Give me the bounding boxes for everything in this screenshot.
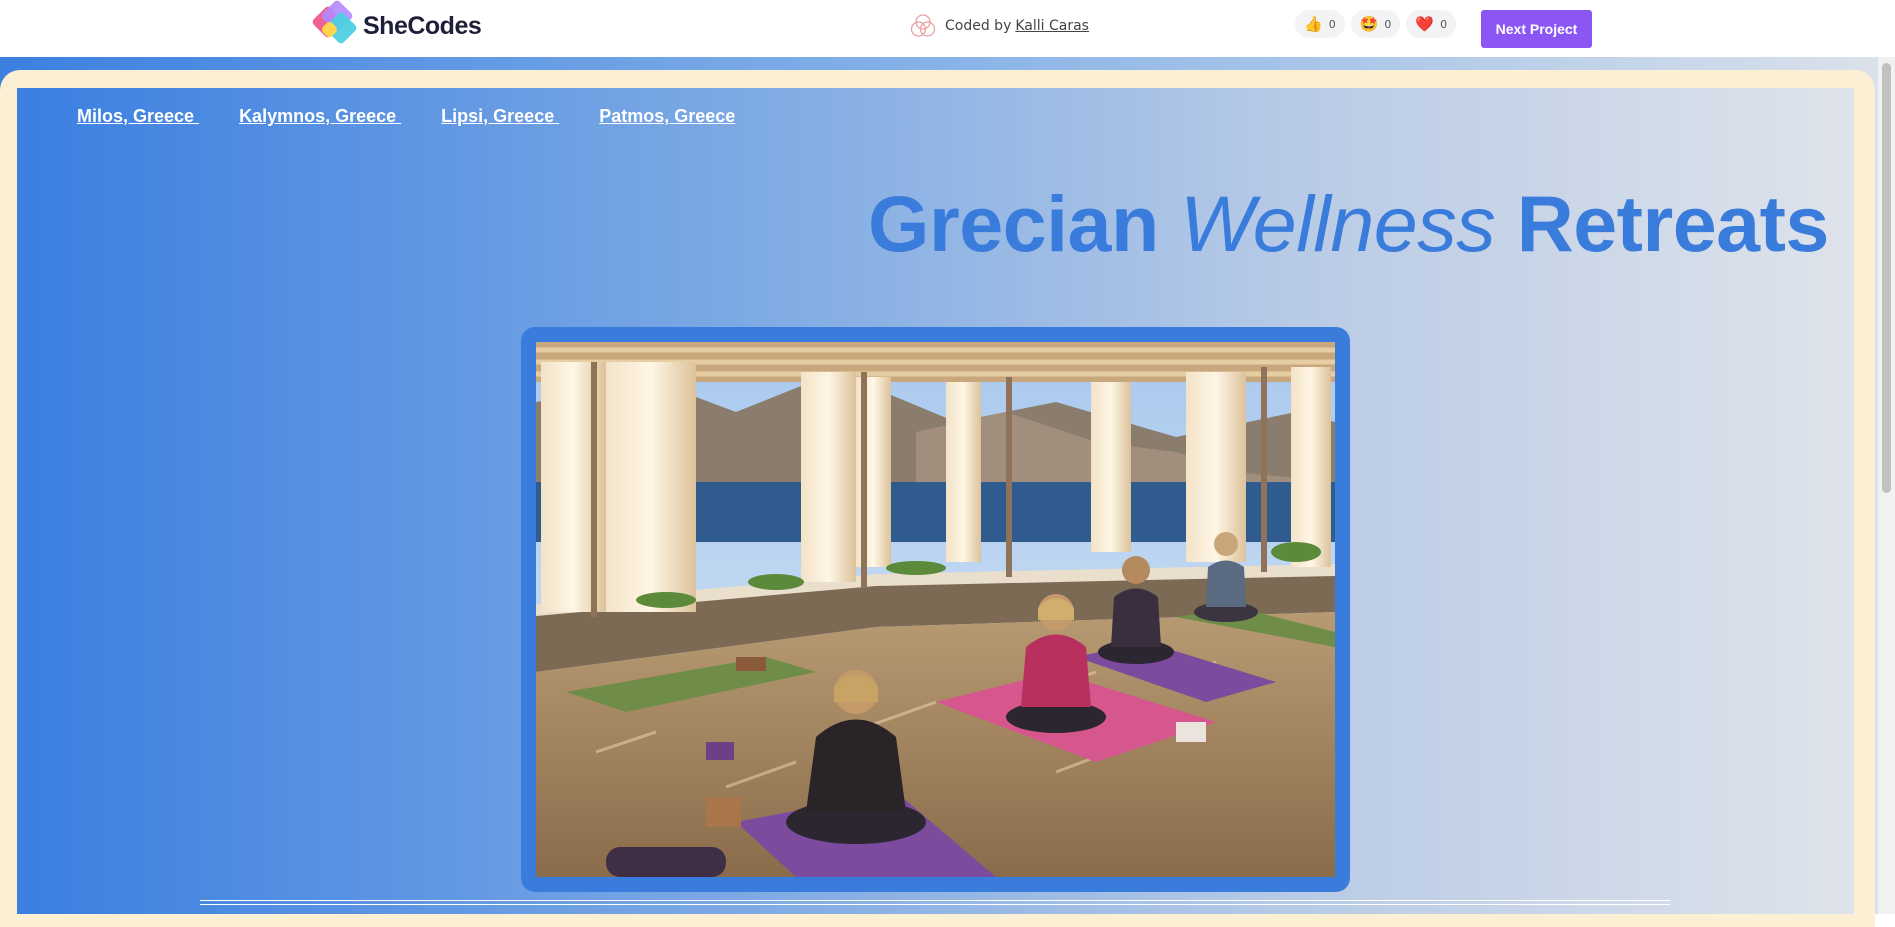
reaction-thumbs-up[interactable]: 👍 0	[1295, 10, 1345, 38]
reaction-heart[interactable]: ❤️ 0	[1406, 10, 1457, 38]
heart-icon: ❤️	[1415, 14, 1435, 33]
shecodes-circles-icon	[910, 14, 936, 37]
title-italic: Wellness	[1180, 179, 1496, 268]
nav-link-kalymnos[interactable]: Kalymnos, Greece	[239, 106, 401, 127]
reaction-count: 0	[1384, 17, 1392, 31]
nav-link-milos[interactable]: Milos, Greece	[77, 106, 199, 127]
star-struck-icon: 🤩	[1359, 14, 1379, 33]
destinations-nav: Milos, Greece Kalymnos, Greece Lipsi, Gr…	[77, 106, 735, 127]
reactions-bar: 👍 0 🤩 0 ❤️ 0	[1295, 10, 1457, 38]
thumbs-up-icon: 👍	[1304, 14, 1323, 33]
credit-prefix: Coded by	[945, 18, 1012, 34]
top-bar: SheCodes Coded by Kalli Caras 👍 0 🤩 0 ❤️…	[0, 0, 1895, 58]
title-part-2: Retreats	[1516, 179, 1830, 268]
scrollbar-thumb[interactable]	[1882, 63, 1891, 493]
shecodes-logo-icon	[311, 0, 361, 48]
author-credit: Coded by Kalli Caras	[909, 12, 1089, 40]
brand-name: SheCodes	[363, 11, 482, 40]
yoga-terrace-photo	[536, 342, 1335, 877]
reaction-star-struck[interactable]: 🤩 0	[1350, 10, 1401, 38]
hero-photo-frame	[521, 327, 1350, 892]
section-divider	[200, 900, 1670, 905]
reaction-count: 0	[1440, 17, 1448, 31]
page-scrollbar[interactable]	[1878, 57, 1895, 914]
shecodes-logo[interactable]: SheCodes	[311, 0, 482, 48]
reaction-count: 0	[1328, 17, 1336, 31]
next-project-button[interactable]: Next Project	[1481, 10, 1592, 48]
title-part-1: Grecian	[868, 179, 1159, 268]
page-title: Grecian Wellness Retreats	[868, 178, 1829, 270]
nav-link-lipsi[interactable]: Lipsi, Greece	[441, 106, 559, 127]
nav-link-patmos[interactable]: Patmos, Greece	[599, 106, 735, 127]
author-link[interactable]: Kalli Caras	[1015, 18, 1089, 34]
